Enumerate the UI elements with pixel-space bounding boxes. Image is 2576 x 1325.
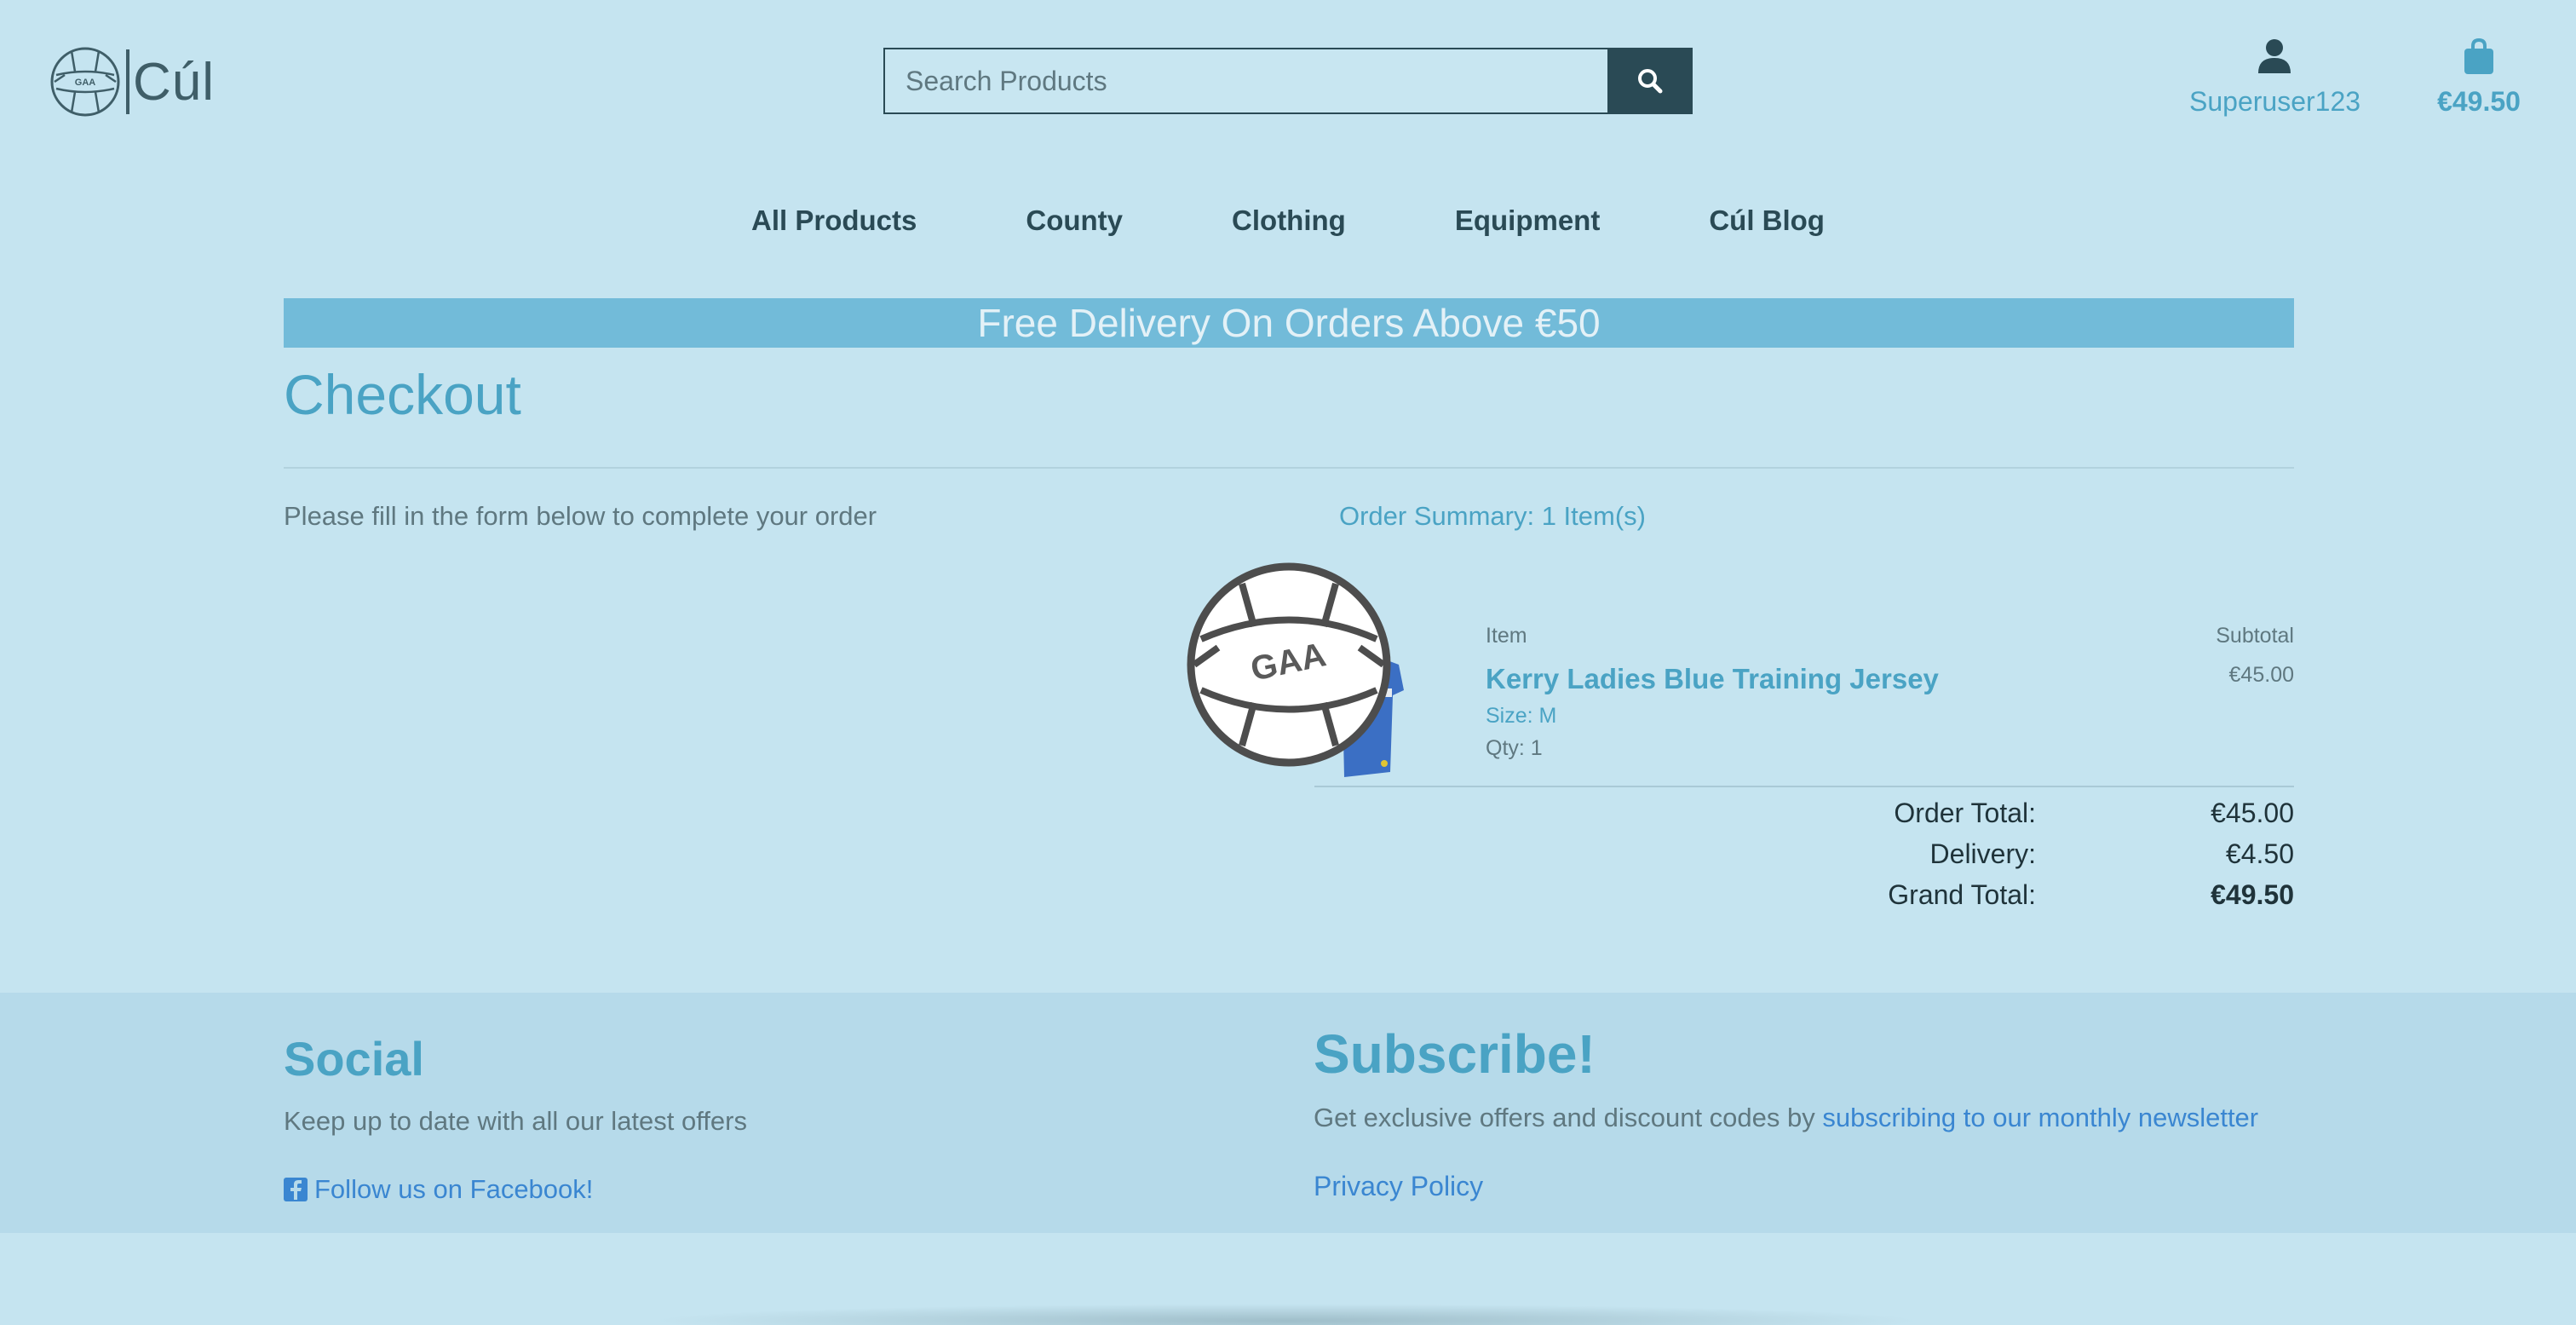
nav-county[interactable]: County [971, 205, 1177, 237]
order-totals: Order Total: €45.00 Delivery: €4.50 Gran… [1789, 792, 2294, 915]
search-button[interactable] [1607, 48, 1693, 114]
summary-divider [1314, 786, 2294, 787]
title-divider [284, 467, 2294, 469]
grand-total-value: €49.50 [2211, 879, 2294, 910]
facebook-link-label: Follow us on Facebook! [314, 1174, 594, 1204]
delivery-value: €4.50 [2225, 838, 2294, 869]
privacy-policy-link[interactable]: Privacy Policy [1314, 1171, 1483, 1202]
nav-clothing[interactable]: Clothing [1177, 205, 1400, 237]
search-input[interactable] [883, 48, 1607, 114]
user-icon [2258, 39, 2291, 73]
page-bottom-shadow [647, 1304, 1925, 1325]
form-hint: Please fill in the form below to complet… [284, 501, 877, 531]
product-quantity: Qty: 1 [1486, 736, 1543, 760]
cart-total: €49.50 [2437, 86, 2521, 117]
nav-equipment[interactable]: Equipment [1400, 205, 1655, 237]
account-username: Superuser123 [2189, 86, 2361, 117]
delivery-row: Delivery: €4.50 [1789, 833, 2294, 874]
column-item-header: Item [1486, 624, 1527, 648]
shopping-bag-icon [2464, 37, 2493, 74]
order-total-value: €45.00 [2211, 797, 2294, 828]
product-subtotal: €45.00 [2228, 663, 2294, 687]
column-subtotal-header: Subtotal [2216, 624, 2294, 648]
order-total-row: Order Total: €45.00 [1789, 792, 2294, 833]
nav-cul-blog[interactable]: Cúl Blog [1654, 205, 1879, 237]
social-description: Keep up to date with all our latest offe… [284, 1106, 747, 1136]
svg-text:GAA: GAA [75, 78, 96, 88]
account-link[interactable]: Superuser123 [2189, 37, 2360, 118]
page-title: Checkout [284, 363, 521, 426]
subscribe-text: Get exclusive offers and discount codes … [1314, 1103, 1823, 1132]
gaelic-football-logo-icon: GAA [50, 47, 120, 117]
logo-divider [126, 49, 129, 114]
order-summary-title: Order Summary: 1 Item(s) [1339, 501, 1646, 531]
product-name-link[interactable]: Kerry Ladies Blue Training Jersey [1486, 663, 1939, 695]
cart-link[interactable]: €49.50 [2432, 37, 2526, 118]
facebook-link[interactable]: Follow us on Facebook! [284, 1174, 593, 1205]
subscribe-heading: Subscribe! [1314, 1023, 1596, 1085]
product-image: GAA [1187, 562, 1404, 777]
brand-name: Cúl [133, 52, 216, 112]
subscribe-description: Get exclusive offers and discount codes … [1314, 1103, 2258, 1133]
grand-total-row: Grand Total: €49.50 [1789, 874, 2294, 915]
newsletter-link[interactable]: subscribing to our monthly newsletter [1822, 1103, 2258, 1132]
delivery-banner: Free Delivery On Orders Above €50 [284, 298, 2294, 348]
gaelic-football-icon: GAA [1187, 562, 1391, 767]
grand-total-label: Grand Total: [1888, 879, 2036, 910]
main-nav: All Products County Clothing Equipment C… [0, 205, 2576, 237]
search-bar [883, 48, 1693, 114]
order-total-label: Order Total: [1894, 797, 2036, 828]
search-icon [1638, 69, 1663, 94]
nav-all-products[interactable]: All Products [697, 205, 971, 237]
social-heading: Social [284, 1032, 424, 1086]
facebook-icon [284, 1178, 308, 1201]
delivery-label: Delivery: [1929, 838, 2036, 869]
product-size: Size: M [1486, 704, 1557, 728]
brand-logo[interactable]: GAA Cúl [49, 46, 215, 118]
